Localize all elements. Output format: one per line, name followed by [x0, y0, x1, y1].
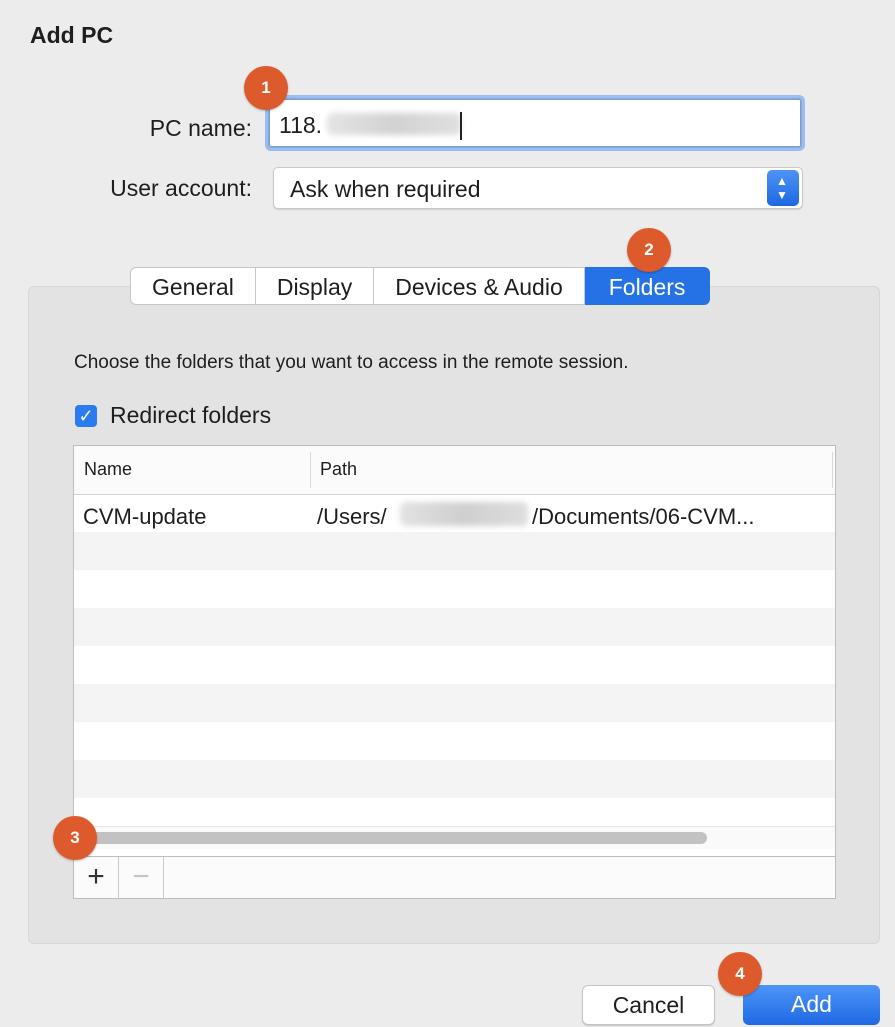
- user-account-value: Ask when required: [290, 176, 481, 202]
- pc-name-label: PC name:: [149, 115, 252, 141]
- user-account-select[interactable]: Ask when required: [273, 167, 803, 209]
- scrollbar-thumb[interactable]: [90, 832, 707, 844]
- tab-display[interactable]: Display: [255, 267, 375, 305]
- table-header: Name Path: [74, 446, 835, 495]
- empty-row: [74, 532, 835, 570]
- dialog-title: Add PC: [30, 22, 114, 48]
- callout-badge-2: 2: [627, 228, 671, 272]
- remove-folder-button[interactable]: −: [119, 857, 164, 898]
- folders-instruction: Choose the folders that you want to acce…: [74, 352, 629, 373]
- empty-row: [74, 608, 835, 646]
- redacted-ip-blur: [327, 113, 461, 135]
- row-name-cell: CVM-update: [83, 504, 207, 529]
- user-account-label: User account:: [110, 175, 252, 201]
- row-path-suffix: /Documents/06-CVM...: [532, 504, 755, 529]
- row-path-prefix: /Users/: [317, 504, 387, 529]
- tab-general[interactable]: General: [130, 267, 256, 305]
- horizontal-scrollbar[interactable]: [74, 826, 835, 849]
- tab-bar: General Display Devices & Audio Folders: [130, 267, 711, 305]
- cancel-button[interactable]: Cancel: [582, 985, 715, 1025]
- callout-badge-1: 1: [244, 66, 288, 110]
- empty-row: [74, 798, 835, 826]
- empty-row: [74, 684, 835, 722]
- table-toolbar: + −: [74, 856, 835, 898]
- pc-name-value: 118.: [279, 112, 323, 138]
- tab-devices-audio[interactable]: Devices & Audio: [374, 267, 585, 305]
- redirect-folders-checkbox[interactable]: ✓: [75, 405, 97, 427]
- empty-row: [74, 646, 835, 684]
- text-caret: [460, 112, 462, 140]
- tab-folders[interactable]: Folders: [584, 267, 711, 305]
- column-divider: [310, 452, 311, 488]
- empty-row: [74, 760, 835, 798]
- add-folder-button[interactable]: +: [74, 857, 119, 898]
- callout-badge-4: 4: [718, 952, 762, 996]
- callout-badge-3: 3: [53, 816, 97, 860]
- add-button[interactable]: Add: [743, 985, 880, 1025]
- column-header-path[interactable]: Path: [320, 459, 357, 480]
- redirect-folders-label[interactable]: Redirect folders: [110, 402, 271, 429]
- column-header-name[interactable]: Name: [84, 459, 132, 480]
- column-divider: [832, 452, 833, 488]
- empty-row: [74, 570, 835, 608]
- redacted-username-blur: [400, 502, 528, 526]
- empty-row: [74, 722, 835, 760]
- select-stepper-icon[interactable]: ▲ ▼: [767, 170, 799, 206]
